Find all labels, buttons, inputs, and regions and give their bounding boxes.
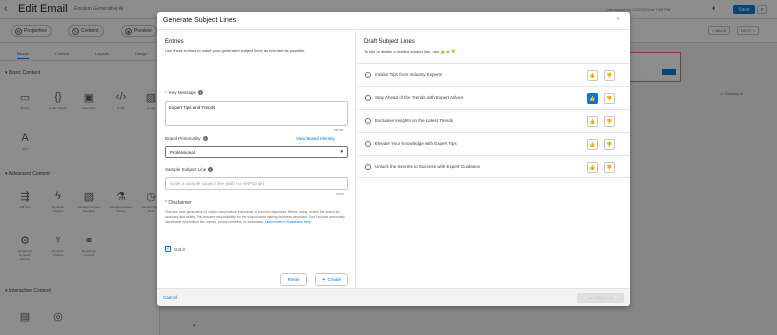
cancel-link[interactable]: Cancel <box>163 295 177 300</box>
thumbs-up-icon[interactable]: 👍 <box>587 70 598 81</box>
view-brand-identity-link[interactable]: View Brand Identity <box>296 136 335 141</box>
sparkle-icon: ✦ <box>321 276 326 282</box>
thumbs-down-icon[interactable]: 👎 <box>604 162 615 173</box>
chevron-down-icon: ▾ <box>340 149 343 155</box>
info-icon[interactable]: i <box>208 167 214 172</box>
key-message-label: * Key Message i <box>165 90 204 95</box>
required-marker: * <box>165 200 167 206</box>
sample-subject-line-input[interactable]: Enter a sample subject line (with no AMP… <box>165 177 348 190</box>
brand-personality-label-text: Brand Personality <box>165 136 201 141</box>
subject-line-radio[interactable] <box>365 164 371 170</box>
use-subject-line-button[interactable]: Use Subject Line <box>577 293 624 303</box>
sample-subject-line-label: Sample Subject Line i <box>165 167 214 172</box>
thumbs-up-icon[interactable]: 👍 <box>587 139 598 150</box>
got-it-checkbox[interactable]: ✓ <box>165 246 171 252</box>
got-it-label: Got it <box>174 246 185 252</box>
key-message-value: Expert Tips and Trends <box>169 105 216 110</box>
entries-heading: Entries <box>165 39 184 45</box>
modal-footer: Cancel Use Subject Line <box>157 288 630 306</box>
thumbs-up-icon[interactable]: 👍 <box>587 93 598 104</box>
draft-subject-lines-panel: Draft Subject Lines To like or dislike a… <box>355 30 630 288</box>
close-icon[interactable]: × <box>616 16 620 23</box>
disclaimer-title: Disclaimer <box>168 200 192 206</box>
subject-line-text: Stay Ahead of the Trends with Expert Adv… <box>375 95 464 100</box>
entries-panel: Entries Use these entries to make your g… <box>157 30 355 288</box>
subject-line-text: Unlock the Secrets to Success with Exper… <box>375 164 481 169</box>
info-icon[interactable]: i <box>202 136 208 141</box>
thumbs-up-icon[interactable]: 👍 <box>587 162 598 173</box>
subject-line-option[interactable]: Unlock the Secrets to Success with Exper… <box>357 155 630 178</box>
got-it-checkbox-row[interactable]: ✓ Got it <box>165 246 185 252</box>
subject-line-radio[interactable] <box>365 141 371 147</box>
required-marker: * <box>165 90 167 95</box>
subject-line-option[interactable]: Insider Tips from Industry Experts 👍 👎 <box>357 63 630 86</box>
disclaimer-text: This tool uses generative AI, which can … <box>165 210 345 226</box>
create-button[interactable]: ✦ Create <box>315 273 348 286</box>
reset-button[interactable]: Reset <box>280 273 307 286</box>
draft-subject-lines-description: To like or dislike a drafted subject lin… <box>364 49 457 54</box>
salesforce-help-link[interactable]: Learn more in Salesforce Help. <box>265 220 312 224</box>
disclaimer-heading: * Disclaimer <box>165 200 192 206</box>
modal-title: Generate Subject Lines <box>163 17 237 24</box>
subject-line-radio[interactable] <box>365 72 371 78</box>
use-subject-line-label: Use Subject Line <box>587 296 614 300</box>
sample-subject-line-placeholder: Enter a sample subject line (with no AMP… <box>170 181 265 186</box>
subject-line-option[interactable]: Elevate Your Knowledge with Expert Tips … <box>357 132 630 155</box>
key-message-label-text: Key Message <box>168 90 197 95</box>
entries-description: Use these entries to make your generated… <box>165 48 306 53</box>
generate-subject-lines-modal: Generate Subject Lines × Entries Use the… <box>157 12 630 306</box>
thumbs-down-icon[interactable]: 👎 <box>604 139 615 150</box>
key-message-textarea[interactable]: Expert Tips and Trends ⌟ <box>165 101 348 126</box>
brand-personality-value: Professional <box>170 150 195 155</box>
sample-subject-line-label-text: Sample Subject Line <box>165 167 207 172</box>
thumbs-up-icon[interactable]: 👍 <box>587 116 598 127</box>
subject-line-radio[interactable] <box>365 118 371 124</box>
reset-button-label: Reset <box>287 277 300 282</box>
resize-handle-icon[interactable]: ⌟ <box>344 120 346 125</box>
subject-line-text: Elevate Your Knowledge with Expert Tips <box>375 141 457 146</box>
thumbs-down-icon[interactable]: 👎 <box>604 70 615 81</box>
subject-line-text: Insider Tips from Industry Experts <box>375 72 443 77</box>
disclaimer-body: This tool uses generative AI, which can … <box>165 210 345 225</box>
draft-subject-lines-heading: Draft Subject Lines <box>364 39 415 45</box>
info-icon[interactable]: i <box>198 90 204 95</box>
subject-line-option[interactable]: Stay Ahead of the Trends with Expert Adv… <box>357 86 630 109</box>
key-message-char-count: 22/200 <box>334 128 344 132</box>
create-button-label: Create <box>327 277 342 282</box>
subject-line-text: Exclusive Insights on the Latest Trends <box>375 118 454 123</box>
sample-subject-char-count: 0/100 <box>336 192 344 196</box>
subject-line-radio[interactable] <box>365 95 371 101</box>
thumbs-down-icon[interactable]: 👎 <box>604 93 615 104</box>
modal-header: Generate Subject Lines × <box>157 12 630 30</box>
subject-line-option[interactable]: Exclusive Insights on the Latest Trends … <box>357 109 630 132</box>
brand-personality-select[interactable]: Professional ▾ <box>165 146 348 158</box>
brand-personality-label: Brand Personality i <box>165 136 208 141</box>
thumbs-down-icon[interactable]: 👎 <box>604 116 615 127</box>
